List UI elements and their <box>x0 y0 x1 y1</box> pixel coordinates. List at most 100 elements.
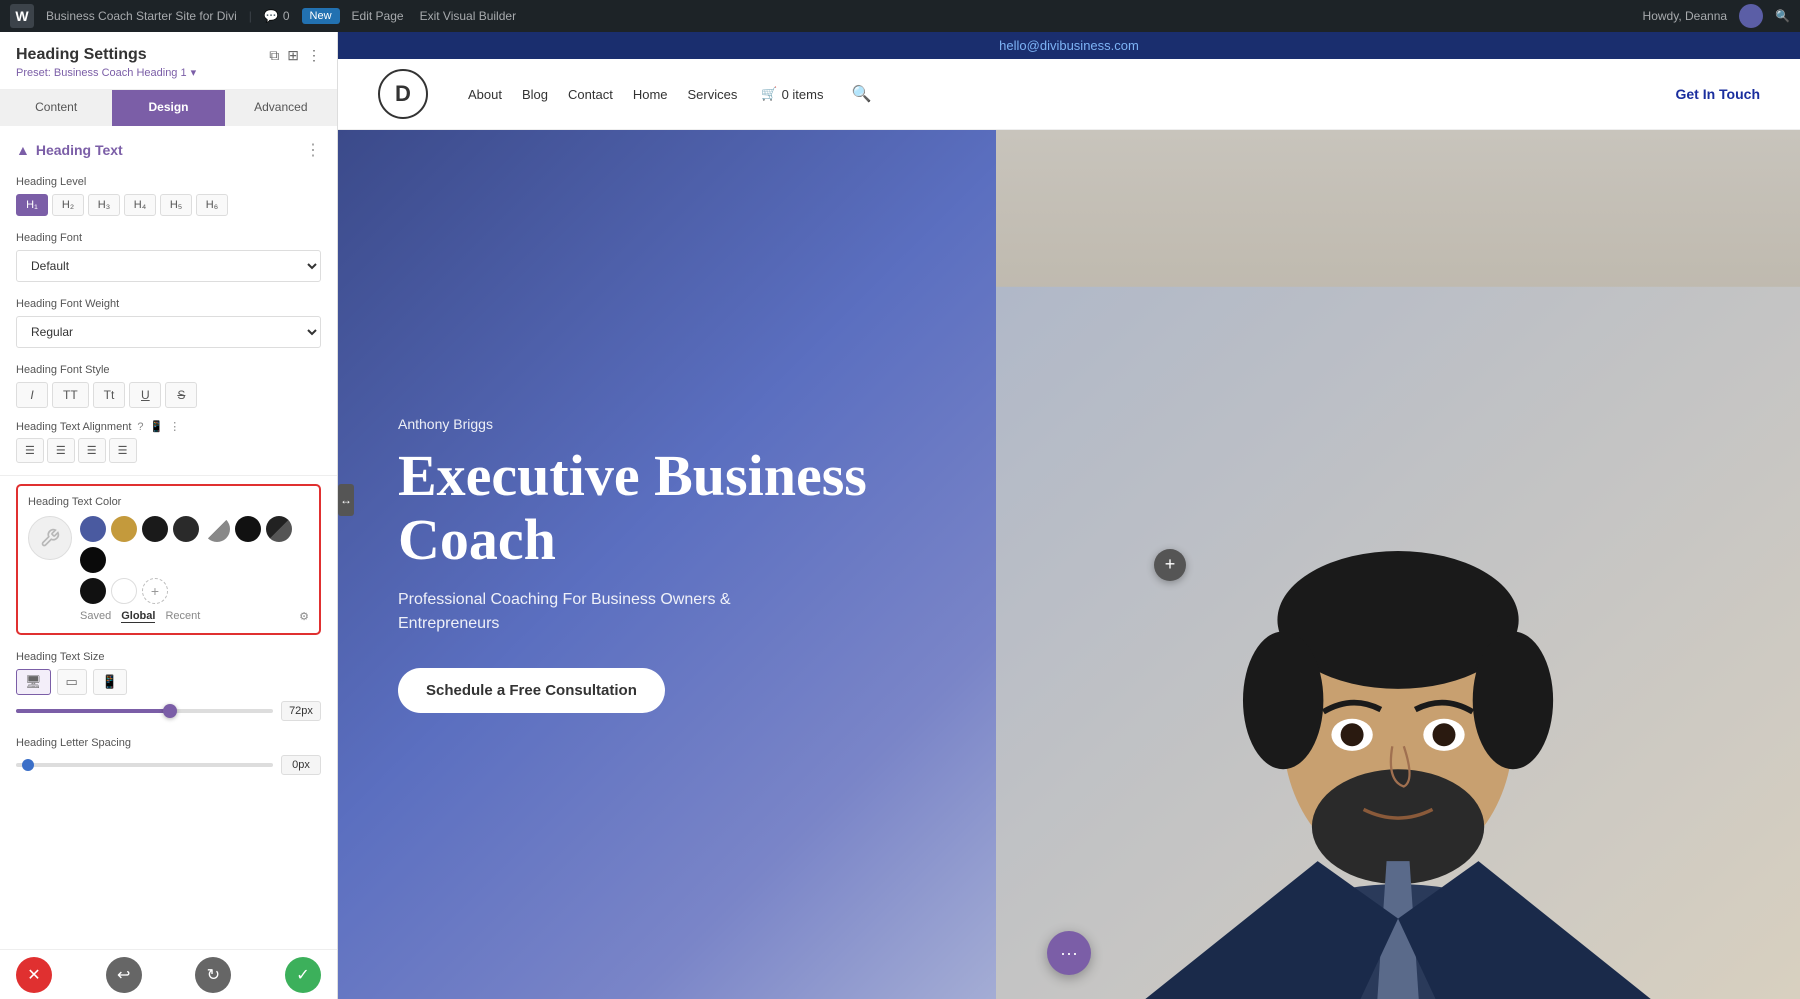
nav-contact[interactable]: Contact <box>568 87 613 102</box>
size-slider-track[interactable] <box>16 709 273 713</box>
wp-logo-icon[interactable]: W <box>10 4 34 28</box>
heading-font-label: Heading Font <box>16 232 321 244</box>
tab-design[interactable]: Design <box>112 90 224 126</box>
alignment-device-icon[interactable]: 📱 <box>150 420 164 433</box>
device-tablet[interactable]: ▭ <box>57 669 87 695</box>
comments-link[interactable]: 💬 0 <box>264 9 290 23</box>
tab-content[interactable]: Content <box>0 90 112 126</box>
align-center[interactable]: ☰ <box>47 438 75 463</box>
edit-page-link[interactable]: Edit Page <box>352 9 404 23</box>
color-picker-eyedropper[interactable] <box>28 516 72 560</box>
heading-level-h2[interactable]: H₂ <box>52 194 84 216</box>
swatch-dark2[interactable] <box>173 516 199 542</box>
heading-font-style-row: Heading Font Style I TT Tt U S <box>0 356 337 416</box>
spacing-slider-thumb[interactable] <box>22 759 34 771</box>
align-right[interactable]: ☰ <box>78 438 106 463</box>
tab-advanced[interactable]: Advanced <box>225 90 337 126</box>
nav-home[interactable]: Home <box>633 87 668 102</box>
swatch-gold[interactable] <box>111 516 137 542</box>
site-email-link[interactable]: hello@divibusiness.com <box>999 38 1139 53</box>
section-title-icons: ⋮ <box>305 140 321 160</box>
site-nav: D About Blog Contact Home Services 🛒 0 i… <box>338 59 1800 130</box>
device-desktop[interactable]: 🖥 <box>16 669 51 695</box>
spacing-slider-track[interactable] <box>16 763 273 767</box>
new-button[interactable]: New <box>302 8 340 24</box>
save-button[interactable]: ✓ <box>285 957 321 993</box>
wp-admin-bar: W Business Coach Starter Site for Divi |… <box>0 0 1800 32</box>
swatch-half[interactable] <box>204 516 230 542</box>
style-strikethrough[interactable]: S <box>165 382 197 408</box>
swatch-white[interactable] <box>111 578 137 604</box>
swatch-half2[interactable] <box>266 516 292 542</box>
size-slider-row: 72px <box>16 701 321 721</box>
preset-selector[interactable]: Preset: Business Coach Heading 1 ▾ <box>16 66 321 79</box>
grid-icon[interactable]: ⊞ <box>287 47 299 64</box>
fab-button[interactable]: ··· <box>1047 931 1091 975</box>
hero-cta-button[interactable]: Schedule a Free Consultation <box>398 668 665 713</box>
swatch-dark1[interactable] <box>142 516 168 542</box>
nav-search-icon[interactable]: 🔍 <box>851 84 871 104</box>
nav-cta-button[interactable]: Get In Touch <box>1675 86 1760 102</box>
site-logo[interactable]: D <box>378 69 428 119</box>
nav-about[interactable]: About <box>468 87 502 102</box>
spacing-slider-value[interactable]: 0px <box>281 755 321 775</box>
section-collapse-icon[interactable]: ▲ <box>16 142 30 158</box>
alignment-more-icon[interactable]: ⋮ <box>169 420 180 433</box>
heading-alignment-row: Heading Text Alignment ? 📱 ⋮ ☰ ☰ ☰ ☰ <box>0 416 337 471</box>
section-title: ▲ Heading Text <box>16 142 123 158</box>
size-slider-thumb[interactable] <box>163 704 177 718</box>
heading-level-h6[interactable]: H₆ <box>196 194 228 216</box>
color-settings-icon[interactable]: ⚙ <box>299 610 309 623</box>
heading-level-h1[interactable]: H₁ <box>16 194 48 216</box>
swatch-navy[interactable] <box>80 516 106 542</box>
section-title-text: Heading Text <box>36 142 123 158</box>
nav-blog[interactable]: Blog <box>522 87 548 102</box>
style-capitalize[interactable]: Tt <box>93 382 126 408</box>
style-uppercase[interactable]: TT <box>52 382 89 408</box>
nav-cart[interactable]: 🛒 0 items <box>761 86 823 102</box>
color-tab-recent[interactable]: Recent <box>165 610 200 623</box>
redo-button[interactable]: ↻ <box>195 957 231 993</box>
comments-icon: 💬 <box>264 9 279 23</box>
main-area: Heading Settings ⧉ ⊞ ⋮ Preset: Business … <box>0 32 1800 999</box>
section-more-icon[interactable]: ⋮ <box>305 140 321 160</box>
nav-services[interactable]: Services <box>688 87 738 102</box>
cart-icon: 🛒 <box>761 86 777 102</box>
admin-actions: Edit Page Exit Visual Builder <box>352 9 517 23</box>
device-mobile[interactable]: 📱 <box>93 669 127 695</box>
heading-font-weight-row: Heading Font Weight Regular <box>0 290 337 356</box>
style-underline[interactable]: U <box>129 382 161 408</box>
align-justify[interactable]: ☰ <box>109 438 137 463</box>
alignment-help-icon[interactable]: ? <box>137 421 143 433</box>
heading-level-h4[interactable]: H₄ <box>124 194 156 216</box>
more-icon[interactable]: ⋮ <box>307 47 321 64</box>
heading-level-row: Heading Level H₁ H₂ H₃ H₄ H₅ H₆ <box>0 168 337 224</box>
add-color-button[interactable]: + <box>142 578 168 604</box>
add-element-button[interactable]: + <box>1154 549 1186 581</box>
color-tab-global[interactable]: Global <box>121 610 155 623</box>
panel-bottom-toolbar: ✕ ↩ ↻ ✓ <box>0 949 337 999</box>
resize-handle[interactable]: ↔ <box>338 484 354 516</box>
cancel-button[interactable]: ✕ <box>16 957 52 993</box>
color-tab-saved[interactable]: Saved <box>80 610 111 623</box>
section-header: ▲ Heading Text ⋮ <box>0 126 337 168</box>
swatch-black2[interactable] <box>80 547 106 573</box>
hero-content: Anthony Briggs Executive Business Coach … <box>338 356 927 773</box>
undo-button[interactable]: ↩ <box>106 957 142 993</box>
size-slider-value[interactable]: 72px <box>281 701 321 721</box>
swatch-black1[interactable] <box>235 516 261 542</box>
heading-font-weight-select[interactable]: Regular <box>16 316 321 348</box>
search-icon[interactable]: 🔍 <box>1775 9 1790 23</box>
site-name[interactable]: Business Coach Starter Site for Divi <box>46 9 237 23</box>
align-left[interactable]: ☰ <box>16 438 44 463</box>
copy-icon[interactable]: ⧉ <box>269 47 279 64</box>
heading-text-size-row: Heading Text Size 🖥 ▭ 📱 72px <box>0 643 337 729</box>
undo-icon: ↩ <box>117 965 130 985</box>
exit-builder-link[interactable]: Exit Visual Builder <box>420 9 517 23</box>
heading-level-h3[interactable]: H₃ <box>88 194 120 216</box>
style-italic[interactable]: I <box>16 382 48 408</box>
swatch-black3[interactable] <box>80 578 106 604</box>
heading-text-color-section: Heading Text Color <box>16 484 321 635</box>
heading-level-h5[interactable]: H₅ <box>160 194 192 216</box>
heading-font-select[interactable]: Default <box>16 250 321 282</box>
